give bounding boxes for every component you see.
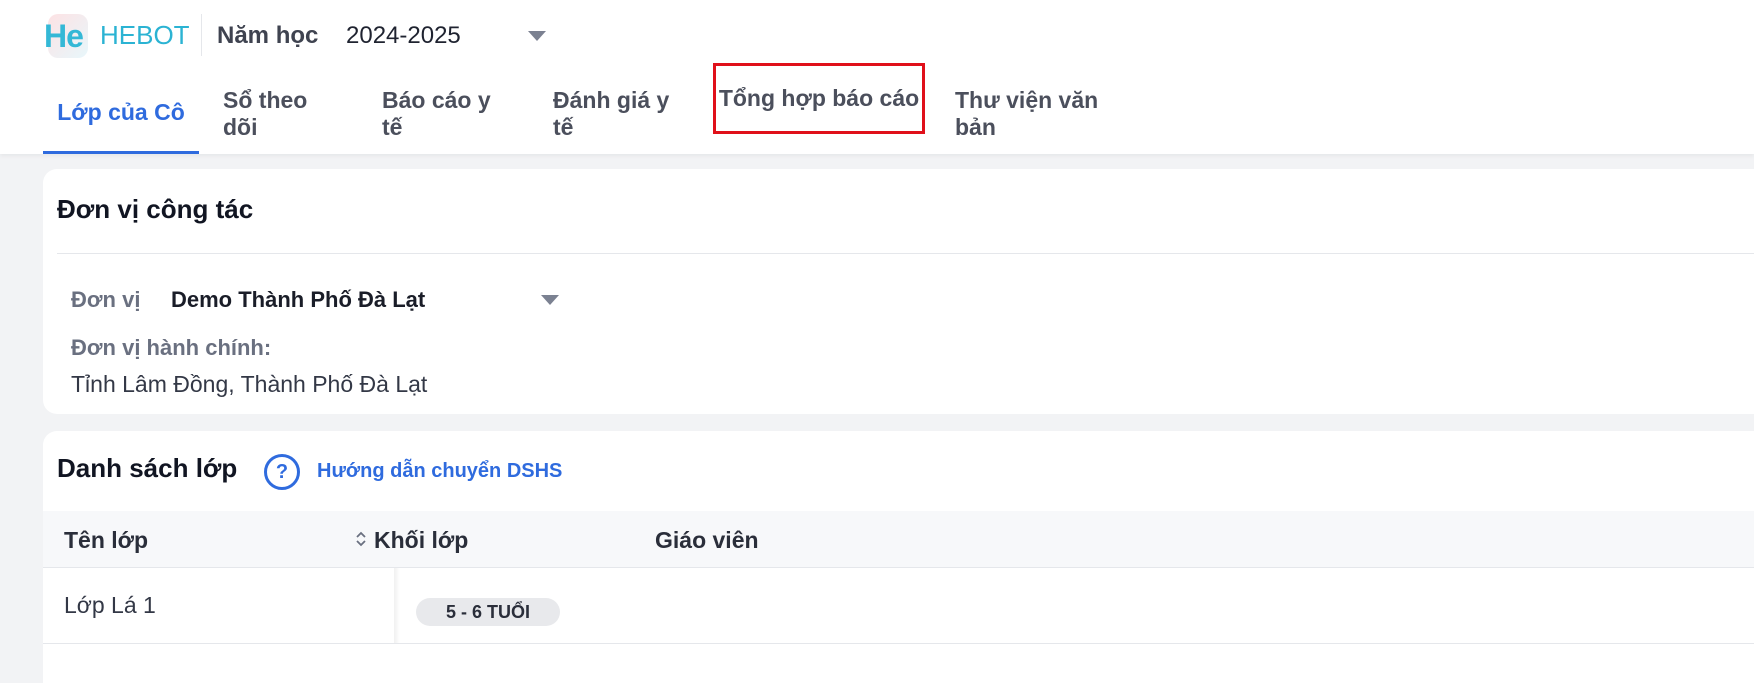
- top-header: He HEBOT Năm học 2024-2025 Lớp của Cô Sổ…: [0, 0, 1754, 154]
- sticky-column-shadow: [394, 568, 400, 644]
- unit-label: Đơn vị: [71, 287, 141, 312]
- unit-value: Demo Thành Phố Đà Lạt: [171, 287, 426, 312]
- transfer-guide-link[interactable]: Hướng dẫn chuyển DSHS: [317, 460, 562, 483]
- work-unit-card: Đơn vị công tác Đơn vị Demo Thành Phố Đà…: [43, 169, 1754, 414]
- row-divider: [43, 643, 1754, 644]
- admin-unit-value: Tỉnh Lâm Đồng, Thành Phố Đà Lạt: [71, 371, 428, 397]
- grade-badge: 5 - 6 TUỔI: [416, 598, 560, 626]
- chevron-down-icon: [541, 295, 559, 305]
- unit-select[interactable]: Demo Thành Phố Đà Lạt: [171, 277, 571, 321]
- hebot-logo[interactable]: He: [44, 14, 88, 58]
- card-divider: [57, 253, 1754, 254]
- class-list-title: Danh sách lớp: [57, 453, 238, 483]
- school-year-select[interactable]: 2024-2025: [346, 14, 556, 58]
- column-header-teacher: Giáo viên: [655, 527, 759, 553]
- sort-icon[interactable]: [354, 527, 368, 551]
- tab-label: Báo cáo y tế: [382, 87, 491, 140]
- school-year-label: Năm học: [217, 22, 319, 49]
- class-name-cell[interactable]: Lớp Lá 1: [64, 592, 156, 619]
- admin-unit-label: Đơn vị hành chính:: [71, 335, 272, 360]
- column-header-class-name[interactable]: Tên lớp: [64, 527, 148, 554]
- school-year-value: 2024-2025: [346, 22, 461, 49]
- table-row[interactable]: Lớp Lá 1 5 - 6 TUỔI: [43, 568, 1754, 644]
- tab-label: Sổ theo dõi: [223, 87, 308, 140]
- column-header-grade: Khối lớp: [374, 527, 469, 553]
- tab-label: Đánh giá y tế: [553, 87, 670, 140]
- tab-tong-hop-bao-cao[interactable]: Tổng hợp báo cáo: [713, 63, 925, 134]
- tab-bao-cao-y-te[interactable]: Báo cáo y tế: [382, 74, 508, 154]
- tab-lop-cua-co[interactable]: Lớp của Cô: [43, 74, 199, 154]
- header-divider: [201, 14, 202, 56]
- tab-label: Thư viện văn bản: [955, 87, 1099, 140]
- chevron-down-icon: [528, 31, 546, 41]
- tab-danh-gia-y-te[interactable]: Đánh giá y tế: [553, 74, 685, 154]
- class-list-card: Danh sách lớp ? Hướng dẫn chuyển DSHS Tê…: [43, 431, 1754, 683]
- table-header: Tên lớp Khối lớp Giáo viên: [43, 511, 1754, 568]
- tab-so-theo-doi[interactable]: Sổ theo dõi: [223, 74, 335, 154]
- question-circle-icon[interactable]: ?: [264, 454, 300, 490]
- tab-thu-vien-van-ban[interactable]: Thư viện văn bản: [955, 74, 1125, 154]
- brand-name[interactable]: HEBOT: [100, 20, 190, 51]
- tab-label: Lớp của Cô: [57, 99, 185, 125]
- work-unit-title: Đơn vị công tác: [57, 194, 254, 224]
- tab-label: Tổng hợp báo cáo: [718, 85, 920, 111]
- logo-text: He: [44, 18, 84, 54]
